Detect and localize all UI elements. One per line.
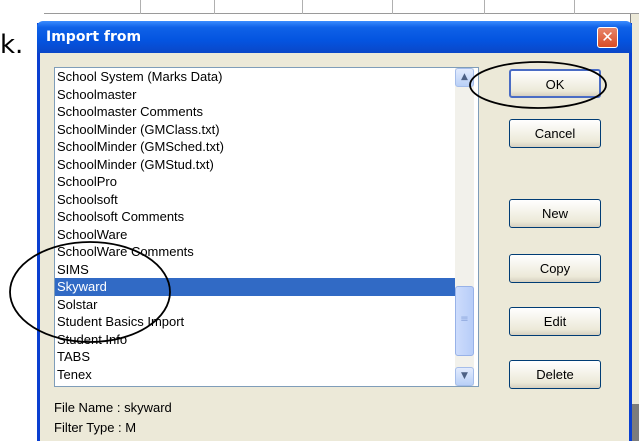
- list-item[interactable]: SchoolWare: [55, 226, 478, 244]
- list-item[interactable]: SchoolMinder (GMClass.txt): [55, 121, 478, 139]
- list-item[interactable]: Solstar: [55, 296, 478, 314]
- column-divider: [302, 0, 303, 14]
- column-divider: [574, 0, 575, 14]
- background-spreadsheet-strip: [44, 0, 639, 14]
- delete-button[interactable]: Delete: [509, 360, 601, 389]
- scroll-thumb[interactable]: ≡: [455, 286, 474, 356]
- list-item[interactable]: Schoolsoft: [55, 191, 478, 209]
- list-item[interactable]: Student Basics Import: [55, 313, 478, 331]
- import-from-dialog: Import from ✕ School System (Marks Data)…: [37, 21, 632, 441]
- list-item[interactable]: SIMS: [55, 261, 478, 279]
- list-item[interactable]: SchoolMinder (GMSched.txt): [55, 138, 478, 156]
- list-item[interactable]: Student Info: [55, 331, 478, 349]
- ok-button[interactable]: OK: [509, 69, 601, 98]
- import-source-list[interactable]: School System (Marks Data) Schoolmaster Sc…: [54, 67, 479, 387]
- filter-type-label: Filter Type : M: [54, 420, 137, 435]
- scroll-down-icon[interactable]: ▼: [455, 367, 474, 386]
- dialog-title: Import from: [46, 29, 142, 45]
- background-dark-panel: [631, 404, 639, 441]
- list-item[interactable]: Schoolmaster: [55, 86, 478, 104]
- list-item[interactable]: SchoolMinder (GMStud.txt): [55, 156, 478, 174]
- new-button[interactable]: New: [509, 199, 601, 228]
- list-item[interactable]: TABS: [55, 348, 478, 366]
- list-item[interactable]: SchoolPro: [55, 173, 478, 191]
- list-item[interactable]: Skyward: [55, 278, 455, 296]
- copy-button[interactable]: Copy: [509, 254, 601, 283]
- scroll-up-icon[interactable]: ▲: [455, 68, 474, 87]
- file-name-label: File Name : skyward: [54, 400, 172, 415]
- list-item[interactable]: SchoolWare Comments: [55, 243, 478, 261]
- column-divider: [140, 0, 141, 14]
- list-item[interactable]: Schoolmaster Comments: [55, 103, 478, 121]
- vertical-scrollbar[interactable]: ▲ ≡ ▼: [455, 68, 474, 386]
- column-divider: [484, 0, 485, 14]
- list-items: School System (Marks Data) Schoolmaster Sc…: [55, 68, 478, 383]
- slide-bullet: k.: [0, 30, 24, 60]
- column-divider: [214, 0, 215, 14]
- list-item[interactable]: School System (Marks Data): [55, 68, 478, 86]
- cancel-button[interactable]: Cancel: [509, 119, 601, 148]
- list-item[interactable]: Tenex: [55, 366, 478, 384]
- column-divider: [392, 0, 393, 14]
- dialog-titlebar[interactable]: Import from ✕: [37, 21, 632, 53]
- list-item[interactable]: Schoolsoft Comments: [55, 208, 478, 226]
- close-icon[interactable]: ✕: [597, 27, 618, 48]
- edit-button[interactable]: Edit: [509, 307, 601, 336]
